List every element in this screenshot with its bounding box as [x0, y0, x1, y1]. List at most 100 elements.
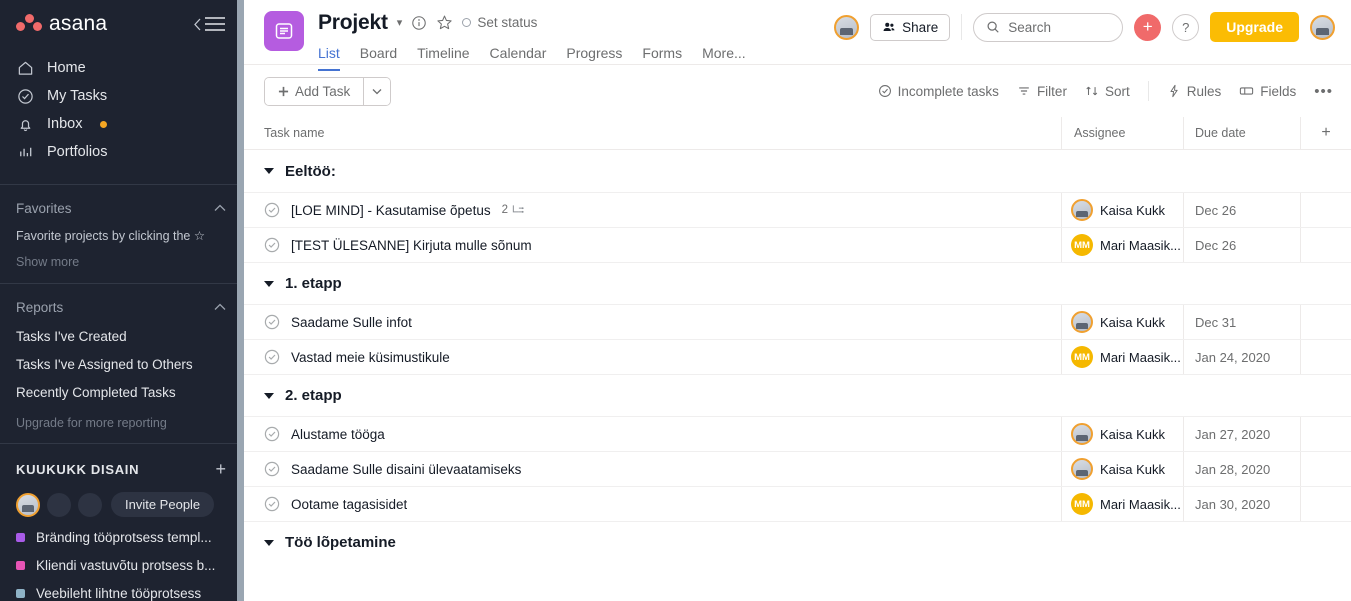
sidebar-divider [0, 184, 244, 185]
due-date-cell[interactable]: Dec 31 [1183, 305, 1300, 339]
help-button[interactable]: ? [1172, 14, 1199, 41]
sidebar-item-recently-completed[interactable]: Recently Completed Tasks [0, 378, 244, 406]
section-header-row[interactable]: Eeltöö: [244, 150, 1351, 192]
fields-button[interactable]: Fields [1239, 84, 1296, 99]
task-name-cell[interactable]: Ootame tagasisidet [244, 487, 1061, 521]
chevron-down-icon[interactable]: ▾ [397, 16, 403, 29]
share-button[interactable]: Share [870, 14, 950, 41]
sidebar-project-item[interactable]: Kliendi vastuvõtu protsess b... [0, 551, 244, 579]
info-icon[interactable] [411, 15, 427, 31]
complete-task-icon[interactable] [264, 496, 280, 512]
table-row[interactable]: Ootame tagasisidet MM Mari Maasik... Jan… [244, 486, 1351, 521]
table-row[interactable]: Alustame tööga Kaisa Kukk Jan 27, 2020 [244, 416, 1351, 451]
filter-button[interactable]: Filter [1017, 84, 1067, 99]
rules-button[interactable]: Rules [1167, 84, 1222, 99]
section-header-row[interactable]: 1. etapp [244, 262, 1351, 304]
sidebar-project-item[interactable]: Veebileht lihtne tööprotsess [0, 579, 244, 601]
chevron-down-icon[interactable] [264, 168, 274, 174]
extra-cell[interactable] [1300, 340, 1351, 374]
assignee-cell[interactable]: Kaisa Kukk [1061, 417, 1183, 451]
assignee-cell[interactable]: MM Mari Maasik... [1061, 340, 1183, 374]
due-date-cell[interactable]: Jan 24, 2020 [1183, 340, 1300, 374]
table-row[interactable]: Saadame Sulle infot Kaisa Kukk Dec 31 [244, 304, 1351, 339]
sidebar-item-inbox[interactable]: Inbox [0, 110, 244, 138]
extra-cell[interactable] [1300, 487, 1351, 521]
more-options-button[interactable]: ••• [1314, 83, 1333, 100]
sidebar-item-tasks-assigned[interactable]: Tasks I've Assigned to Others [0, 350, 244, 378]
avatar-placeholder[interactable] [47, 493, 71, 517]
assignee-cell[interactable]: Kaisa Kukk [1061, 193, 1183, 227]
task-name-cell[interactable]: [TEST ÜLESANNE] Kirjuta mulle sõnum [244, 228, 1061, 262]
user-avatar[interactable] [1310, 15, 1335, 40]
task-name-cell[interactable]: Vastad meie küsimustikule [244, 340, 1061, 374]
complete-task-icon[interactable] [264, 314, 280, 330]
asana-logo[interactable]: asana [16, 12, 107, 36]
section-header-row[interactable]: Töö lõpetamine [244, 521, 1351, 563]
favorites-section-header[interactable]: Favorites [0, 193, 244, 223]
sidebar-item-my-tasks[interactable]: My Tasks [0, 82, 244, 110]
incomplete-tasks-filter[interactable]: Incomplete tasks [878, 84, 999, 99]
due-date-cell[interactable]: Jan 30, 2020 [1183, 487, 1300, 521]
add-project-icon[interactable]: + [215, 460, 226, 478]
add-task-button[interactable]: Add Task [265, 78, 363, 105]
assignee-cell[interactable]: Kaisa Kukk [1061, 305, 1183, 339]
sidebar-item-tasks-created[interactable]: Tasks I've Created [0, 322, 244, 350]
extra-cell[interactable] [1300, 305, 1351, 339]
upgrade-button[interactable]: Upgrade [1210, 12, 1299, 42]
search-input[interactable]: Search [973, 13, 1123, 42]
chevron-up-icon[interactable] [214, 303, 226, 311]
sidebar-scrollbar[interactable] [237, 0, 244, 601]
assignee-cell[interactable]: MM Mari Maasik... [1061, 487, 1183, 521]
collapse-sidebar-button[interactable] [193, 16, 226, 32]
add-task-dropdown[interactable] [363, 78, 390, 105]
project-member-avatar[interactable] [834, 15, 859, 40]
table-row[interactable]: Saadame Sulle disaini ülevaatamiseks Kai… [244, 451, 1351, 486]
invite-people-button[interactable]: Invite People [111, 492, 214, 517]
add-column-button[interactable]: + [1300, 117, 1351, 149]
table-row[interactable]: [LOE MIND] - Kasutamise õpetus 2 Kaisa K… [244, 192, 1351, 227]
sidebar-item-home[interactable]: Home [0, 54, 244, 82]
chevron-up-icon[interactable] [214, 204, 226, 212]
star-icon[interactable] [436, 14, 453, 31]
column-header-assignee[interactable]: Assignee [1061, 117, 1183, 149]
complete-task-icon[interactable] [264, 349, 280, 365]
complete-task-icon[interactable] [264, 426, 280, 442]
sidebar-project-item[interactable]: Bränding tööprotsess templ... [0, 523, 244, 551]
assignee-cell[interactable]: MM Mari Maasik... [1061, 228, 1183, 262]
task-name-cell[interactable]: Saadame Sulle infot [244, 305, 1061, 339]
table-row[interactable]: Vastad meie küsimustikule MM Mari Maasik… [244, 339, 1351, 374]
task-name-cell[interactable]: [LOE MIND] - Kasutamise õpetus 2 [244, 193, 1061, 227]
assignee-cell[interactable]: Kaisa Kukk [1061, 452, 1183, 486]
task-name-cell[interactable]: Alustame tööga [244, 417, 1061, 451]
set-status-button[interactable]: Set status [462, 15, 537, 30]
column-header-due-date[interactable]: Due date [1183, 117, 1300, 149]
sort-button[interactable]: Sort [1085, 84, 1130, 99]
reports-section-header[interactable]: Reports [0, 292, 244, 322]
favorites-show-more[interactable]: Show more [0, 245, 244, 269]
extra-cell[interactable] [1300, 193, 1351, 227]
chevron-down-icon[interactable] [264, 281, 274, 287]
reports-upgrade-note[interactable]: Upgrade for more reporting [0, 406, 244, 430]
column-header-task-name[interactable]: Task name [244, 126, 1061, 140]
due-date-cell[interactable]: Dec 26 [1183, 228, 1300, 262]
extra-cell[interactable] [1300, 228, 1351, 262]
task-name-cell[interactable]: Saadame Sulle disaini ülevaatamiseks [244, 452, 1061, 486]
complete-task-icon[interactable] [264, 202, 280, 218]
section-header-row[interactable]: 2. etapp [244, 374, 1351, 416]
avatar-placeholder[interactable] [78, 493, 102, 517]
quick-add-button[interactable]: + [1134, 14, 1161, 41]
extra-cell[interactable] [1300, 452, 1351, 486]
complete-task-icon[interactable] [264, 461, 280, 477]
chevron-down-icon[interactable] [264, 393, 274, 399]
chevron-down-icon[interactable] [264, 540, 274, 546]
due-date-cell[interactable]: Jan 27, 2020 [1183, 417, 1300, 451]
due-date-cell[interactable]: Jan 28, 2020 [1183, 452, 1300, 486]
extra-cell[interactable] [1300, 417, 1351, 451]
table-row[interactable]: [TEST ÜLESANNE] Kirjuta mulle sõnum MM M… [244, 227, 1351, 262]
avatar[interactable] [16, 493, 40, 517]
complete-task-icon[interactable] [264, 237, 280, 253]
sidebar-item-portfolios[interactable]: Portfolios [0, 138, 244, 166]
hamburger-icon [204, 16, 226, 32]
due-date-cell[interactable]: Dec 26 [1183, 193, 1300, 227]
project-icon[interactable] [264, 11, 304, 51]
